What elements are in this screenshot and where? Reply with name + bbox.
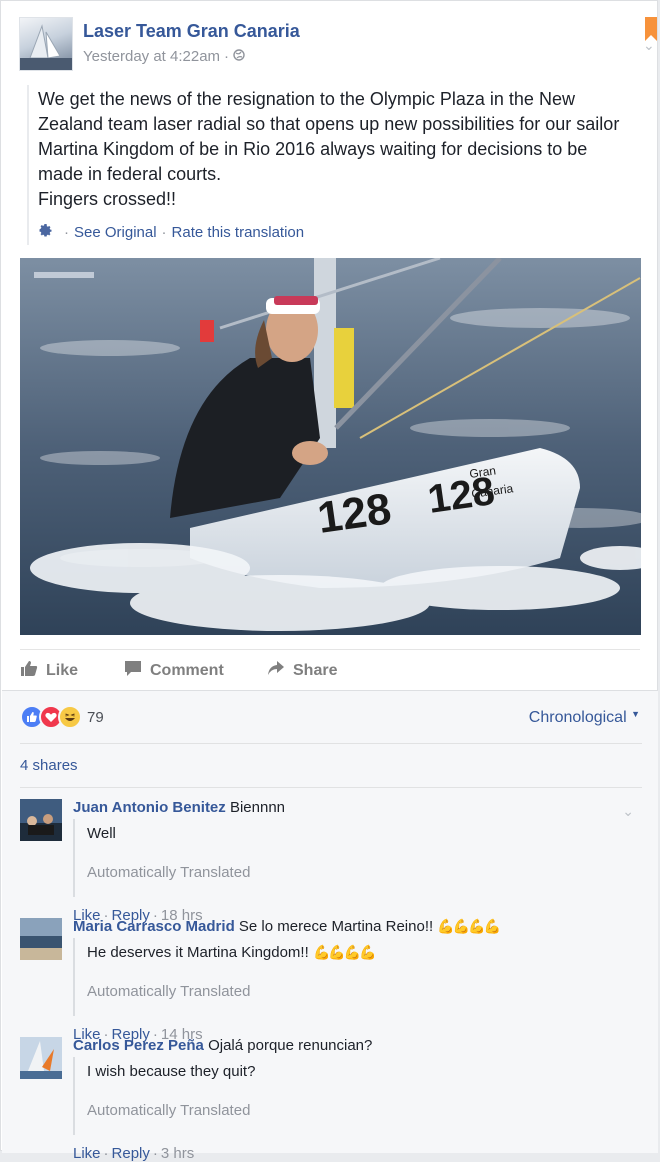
post-header: Laser Team Gran Canaria Yesterday at 4:2… xyxy=(19,17,657,73)
shares-link[interactable]: 4 shares xyxy=(20,757,78,774)
separator: · xyxy=(161,224,167,241)
commenter-avatar[interactable] xyxy=(20,799,62,841)
share-arrow-icon xyxy=(267,660,293,682)
comment-original-text: Biennnn xyxy=(229,799,286,816)
reaction-summary[interactable]: 79 xyxy=(20,705,104,729)
globe-icon xyxy=(233,48,245,65)
caret-down-icon: ▼ xyxy=(631,709,640,719)
comment-button[interactable]: Comment xyxy=(124,660,224,682)
translation-bar xyxy=(27,85,29,245)
comment-original-text: Se lo merece Martina Reino!! xyxy=(238,918,434,935)
post-text-line: made in federal courts. xyxy=(38,164,222,184)
commenter-name-link[interactable]: Carlos Perez Peña xyxy=(73,1037,204,1054)
comment-translation: I wish because they quit? xyxy=(87,1063,256,1080)
translation-box: I wish because they quit? Automatically … xyxy=(73,1057,635,1135)
comment-translation-text: He deserves it Martina Kingdom!! xyxy=(87,944,309,961)
comment-order-dropdown[interactable]: Chronological ▼ xyxy=(529,709,640,727)
reaction-count: 79 xyxy=(87,708,104,726)
rate-translation-link[interactable]: Rate this translation xyxy=(172,224,305,241)
post-actions-bar: Like Comment Share xyxy=(20,649,640,690)
post-meta: Yesterday at 4:22am · xyxy=(83,48,245,65)
comments-section: 79 Chronological ▼ 4 shares Juan Antonio… xyxy=(2,690,658,1162)
separator: · xyxy=(64,224,69,241)
gear-icon[interactable] xyxy=(38,223,53,242)
muscle-emoji-icon: 💪💪💪💪 xyxy=(437,918,501,934)
sail-number-label: 128 xyxy=(315,484,395,543)
translation-box: Well Automatically Translated xyxy=(73,819,635,897)
comment-like-link[interactable]: Like xyxy=(73,1145,101,1162)
comment-actions: Like · Reply · 3 hrs xyxy=(73,1145,195,1162)
comment-translation: He deserves it Martina Kingdom!! 💪💪💪💪 xyxy=(87,944,377,961)
commenter-avatar[interactable] xyxy=(20,918,62,960)
comment-reply-link[interactable]: Reply xyxy=(112,1145,150,1162)
translation-box: He deserves it Martina Kingdom!! 💪💪💪💪 Au… xyxy=(73,938,635,1016)
meta-separator: · xyxy=(224,48,230,65)
bookmark-icon xyxy=(645,17,657,41)
post-options-chevron-icon[interactable]: ⌄ xyxy=(643,37,655,54)
commenter-avatar[interactable] xyxy=(20,1037,62,1079)
share-button[interactable]: Share xyxy=(267,660,337,682)
commenter-name[interactable]: Carlos Perez Peña Ojalá porque renuncian… xyxy=(73,1037,372,1054)
post-text: We get the news of the resignation to th… xyxy=(38,87,638,212)
muscle-emoji-icon: 💪💪💪💪 xyxy=(312,944,377,960)
commenter-name-link[interactable]: Juan Antonio Benitez xyxy=(73,799,226,816)
auto-translated-label: Automatically Translated xyxy=(87,864,251,881)
post-text-line: Fingers crossed!! xyxy=(38,189,177,209)
auto-translated-label: Automatically Translated xyxy=(87,1102,251,1119)
page-avatar[interactable] xyxy=(19,17,73,71)
comment-translation: Well xyxy=(87,825,116,842)
like-button[interactable]: Like xyxy=(20,660,78,682)
haha-reaction-icon xyxy=(58,705,82,729)
page-name-link[interactable]: Laser Team Gran Canaria xyxy=(83,21,300,42)
commenter-name[interactable]: Maria Carrasco Madrid Se lo merece Marti… xyxy=(73,918,501,935)
comment-options-chevron-icon[interactable]: ⌄ xyxy=(622,803,634,820)
like-label: Like xyxy=(46,662,79,679)
share-label: Share xyxy=(293,662,338,679)
commenter-name[interactable]: Juan Antonio Benitez Biennnn xyxy=(73,799,285,816)
post-text-line: We get the news of the resignation to th… xyxy=(38,89,575,109)
comment-original-text: Ojalá porque renuncian? xyxy=(208,1037,373,1054)
comment-icon xyxy=(124,660,150,682)
divider xyxy=(20,787,642,788)
comment-label: Comment xyxy=(150,662,224,679)
commenter-name-link[interactable]: Maria Carrasco Madrid xyxy=(73,918,235,935)
thumbs-up-icon xyxy=(20,660,46,682)
post-text-line: Martina Kingdom of be in Rio 2016 always… xyxy=(38,139,588,159)
see-original-link[interactable]: See Original xyxy=(74,224,157,241)
post-card: Laser Team Gran Canaria Yesterday at 4:2… xyxy=(0,0,658,1162)
comment-time[interactable]: 3 hrs xyxy=(161,1145,194,1162)
auto-translated-label: Automatically Translated xyxy=(87,983,251,1000)
comment-order-label: Chronological xyxy=(528,709,627,726)
translation-links: · See Original · Rate this translation xyxy=(38,223,304,242)
post-photo[interactable]: 128 128 Gran Canaria xyxy=(20,258,641,635)
divider xyxy=(20,743,642,744)
post-timestamp[interactable]: Yesterday at 4:22am xyxy=(83,48,220,65)
post-text-line: Zealand team laser radial so that opens … xyxy=(38,114,620,134)
